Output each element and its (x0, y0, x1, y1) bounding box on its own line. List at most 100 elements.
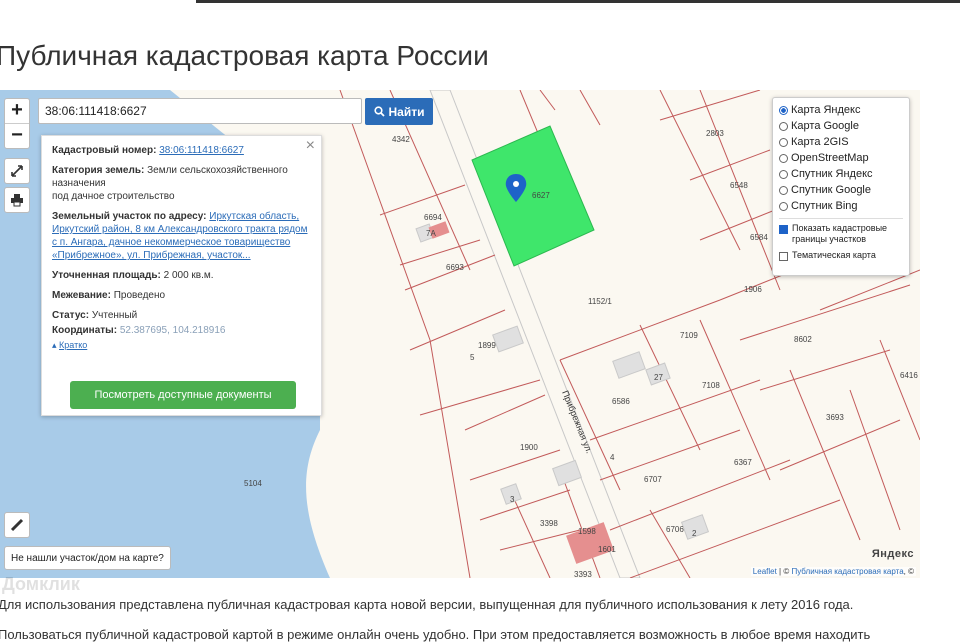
description-paragraph-1: Для использования представлена публичная… (0, 597, 854, 612)
not-found-button[interactable]: Не нашли участок/дом на карте? (4, 546, 171, 570)
plot-number-label: 6693 (446, 263, 464, 272)
plot-number-label: 6706 (666, 525, 684, 534)
zoom-in-button[interactable]: + (5, 99, 29, 124)
cadastral-map[interactable]: 4342 2803 6548 6584 6694 7А 6693 1152/1 1906 8602… (0, 90, 920, 578)
address-label: Земельный участок по адресу: (52, 211, 207, 222)
zoom-out-button[interactable]: − (5, 124, 29, 148)
plot-number-label: 27 (654, 373, 663, 382)
plot-number-label: 6416 (900, 371, 918, 380)
top-border (196, 0, 960, 3)
plot-number-label: 3393 (574, 570, 592, 578)
base-layer-option[interactable]: Спутник Bing (779, 198, 903, 214)
radio-icon[interactable] (779, 169, 788, 179)
ruler-icon (10, 518, 24, 532)
street-name-label: Прибрежная ул. (560, 389, 594, 455)
leaflet-link[interactable]: Leaflet (753, 567, 777, 576)
radio-icon[interactable] (779, 121, 788, 131)
close-icon[interactable]: × (306, 138, 315, 154)
area-value: 2 000 кв.м. (163, 270, 214, 281)
area-label: Уточненная площадь: (52, 270, 161, 281)
checkbox-unchecked-icon[interactable] (779, 252, 788, 261)
plot-number-label: 5104 (244, 479, 262, 488)
cadastral-search-input[interactable] (38, 98, 362, 124)
search-icon (373, 106, 385, 117)
cadastral-number-row: Кадастровый номер: 38:06:111418:6627 (52, 144, 311, 157)
overlay-thematic-option[interactable]: Тематическая карта (779, 250, 903, 261)
status-value: Учтенный (91, 310, 138, 321)
radio-icon[interactable] (779, 137, 788, 147)
address-row: Земельный участок по адресу: Иркутская о… (52, 210, 311, 262)
plot-number-label: 6586 (612, 397, 630, 406)
search-button[interactable]: Найти (365, 98, 433, 125)
coordinates-row: Координаты: 52.387695, 104.218916 (52, 324, 311, 337)
radio-icon[interactable] (779, 185, 788, 195)
base-layer-label: Спутник Google (791, 184, 871, 196)
base-layer-option[interactable]: Карта 2GIS (779, 134, 903, 150)
plot-number-label: 6627 (532, 191, 550, 200)
collapse-link-label: Кратко (59, 340, 88, 350)
search-button-label: Найти (388, 104, 425, 119)
plot-number-label: 1899 (478, 341, 496, 350)
land-category-value2: под дачное строительство (52, 191, 175, 202)
plot-number-label: 4 (610, 453, 615, 462)
cadastral-number-link[interactable]: 38:06:111418:6627 (159, 145, 244, 156)
coordinates-value: 52.387695, 104.218916 (119, 325, 226, 336)
triangle-up-icon: ▴ (52, 340, 57, 350)
radio-icon[interactable] (779, 201, 788, 211)
base-layer-label: Спутник Яндекс (791, 168, 873, 180)
overlay-cadastral-option[interactable]: Показать кадастровые границы участков (779, 223, 903, 245)
plot-number-label: 3398 (540, 519, 558, 528)
plot-number-label: 5 (470, 353, 475, 362)
plot-number-label: 7108 (702, 381, 720, 390)
status-label: Статус: (52, 310, 90, 321)
plot-info-popup: × Кадастровый номер: 38:06:111418:6627 К… (41, 135, 322, 416)
base-layer-option[interactable]: OpenStreetMap (779, 150, 903, 166)
cadastral-number-label: Кадастровый номер: (52, 145, 157, 156)
map-attribution: Leaflet | © Публичная кадастровая карта,… (750, 567, 916, 576)
plot-number-label: 3 (510, 495, 515, 504)
overlay-cadastral-label: Показать кадастровые границы участков (792, 223, 888, 244)
plot-number-label: 7А (426, 229, 436, 238)
base-layer-option[interactable]: Спутник Яндекс (779, 166, 903, 182)
printer-icon (11, 194, 23, 207)
coordinates-label: Координаты: (52, 325, 118, 336)
zoom-control: + − (4, 98, 30, 149)
land-category-label: Категория земель: (52, 165, 145, 176)
plot-number-label: 1906 (744, 285, 762, 294)
status-row: Статус: Учтенный (52, 309, 311, 322)
plot-number-label: 1598 (578, 527, 596, 536)
survey-value: Проведено (113, 290, 166, 301)
fullscreen-button[interactable] (4, 158, 30, 184)
overlay-thematic-label: Тематическая карта (792, 250, 876, 260)
plot-number-label: 2 (692, 529, 697, 538)
layers-divider (779, 218, 903, 219)
base-layer-option[interactable]: Карта Google (779, 118, 903, 134)
collapse-link[interactable]: ▴ Кратко (52, 339, 311, 352)
plot-number-label: 1900 (520, 443, 538, 452)
radio-icon[interactable] (779, 153, 788, 163)
plot-number-label: 4342 (392, 135, 410, 144)
survey-row: Межевание: Проведено (52, 289, 311, 302)
base-layer-options: Карта Яндекс Карта Google Карта 2GIS OpenSt… (779, 102, 903, 214)
plot-number-label: 6584 (750, 233, 768, 242)
cadastral-map-link[interactable]: Публичная кадастровая карта (791, 567, 903, 576)
base-layer-label: Карта Google (791, 120, 859, 132)
radio-selected-icon[interactable] (779, 105, 788, 115)
area-row: Уточненная площадь: 2 000 кв.м. (52, 269, 311, 282)
plot-number-label: 6694 (424, 213, 442, 222)
checkbox-checked-icon[interactable] (779, 225, 788, 234)
page-title: Публичная кадастровая карта России (0, 40, 489, 71)
view-documents-button[interactable]: Посмотреть доступные документы (70, 381, 296, 409)
base-layer-label: OpenStreetMap (791, 152, 869, 164)
base-layer-label: Карта Яндекс (791, 104, 861, 116)
expand-icon (11, 165, 23, 177)
print-button[interactable] (4, 187, 30, 213)
plot-number-label: 8602 (794, 335, 812, 344)
base-layer-option[interactable]: Спутник Google (779, 182, 903, 198)
plot-number-label: 6367 (734, 458, 752, 467)
survey-label: Межевание: (52, 290, 111, 301)
measure-button[interactable] (4, 512, 30, 538)
base-layer-option[interactable]: Карта Яндекс (779, 102, 903, 118)
land-category-row: Категория земель: Земли сельскохозяйстве… (52, 164, 311, 203)
plot-number-label: 1601 (598, 545, 616, 554)
